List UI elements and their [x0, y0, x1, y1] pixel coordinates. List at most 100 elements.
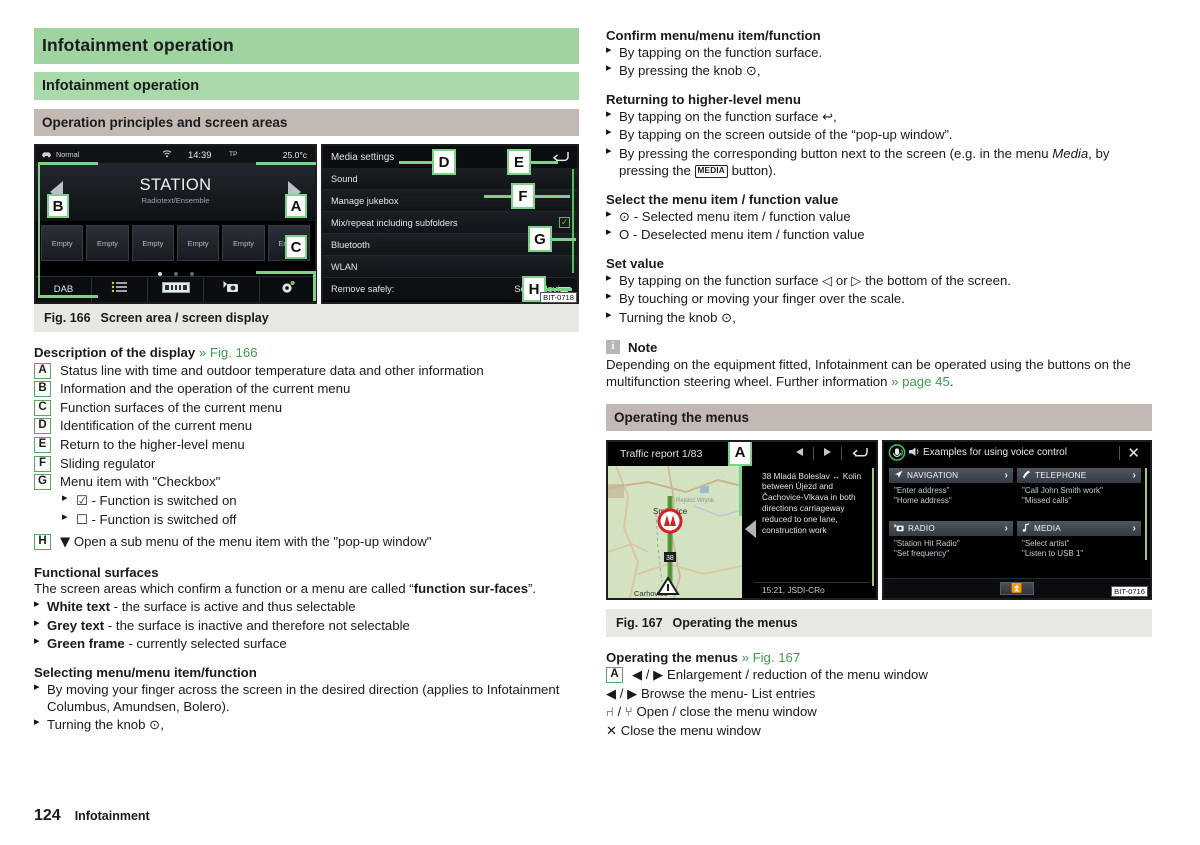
callout-c: C [285, 235, 307, 259]
key-text: ✕ Close the menu window [606, 722, 761, 738]
checkbox-checked-icon[interactable]: ✓ [559, 217, 570, 228]
figure-166: Normal 14:39 TP 25.0°c STATION Radiotext… [34, 144, 579, 304]
bullet-touch-scale: By touching or moving your finger over t… [606, 289, 1152, 307]
preset-button[interactable]: Empty [86, 225, 129, 261]
preset-button[interactable]: Empty [222, 225, 265, 261]
cassette-icon[interactable] [148, 277, 204, 302]
menu-item[interactable]: Manage jukebox [323, 190, 577, 212]
functional-surfaces-title: Functional surfaces [34, 564, 159, 580]
intro-part1: The screen areas which confirm a functio… [34, 580, 414, 596]
key-row-browse: ◀ / ▶ Browse the menu- List entries [606, 685, 1152, 702]
bullet3-italic: Media [1052, 145, 1089, 161]
voice-cell-header[interactable]: NAVIGATION › [889, 467, 1013, 483]
bullet-grey-text: Grey text - the surface is inactive and … [34, 616, 579, 634]
operating-key-list: A ◀ / ▶ Enlargement / reduction of the m… [606, 666, 1152, 739]
svg-text:Rejsicc Wrynk: Rejsicc Wrynk [676, 498, 715, 504]
bullet-tap-outside: By tapping on the screen outside of the … [606, 125, 1152, 143]
preset-button[interactable]: Empty [176, 225, 220, 261]
bottom-toolbar: DAB [36, 276, 315, 302]
traffic-report-title: Traffic report 1/83 [620, 447, 703, 460]
voice-cell-label: RADIO [908, 523, 935, 533]
key-row-a: A ◀ / ▶ Enlargement / reduction of the m… [606, 666, 1152, 683]
note-text: Depending on the equipment fitted, Infot… [606, 356, 1131, 389]
settings-gear-icon[interactable] [260, 278, 315, 302]
voice-cell-media[interactable]: MEDIA › "Select artist" "Listen to USB 1… [1017, 520, 1141, 570]
chevron-right-icon[interactable]: › [1004, 523, 1008, 534]
prev-report-icon[interactable] [795, 447, 804, 460]
music-note-icon [1022, 523, 1030, 533]
station-radiotext: Radiotext/Ensemble [141, 196, 210, 205]
voice-example: "Call John Smith work" [1022, 485, 1103, 495]
voice-cell-telephone[interactable]: TELEPHONE › "Call John Smith work" "Miss… [1017, 467, 1141, 517]
voice-control-title: Examples for using voice control [923, 447, 1067, 458]
key-row-close: ✕ Close the menu window [606, 722, 1152, 739]
voice-cell-navigation[interactable]: NAVIGATION › "Enter address" "Home addre… [889, 467, 1013, 517]
functional-surfaces-intro: The screen areas which confirm a functio… [34, 581, 579, 598]
traffic-report-controls [795, 446, 868, 461]
menu-title-label: Media settings [331, 151, 395, 163]
page-title: Infotainment operation [34, 28, 579, 64]
callout-f: F [511, 183, 535, 209]
voice-control-header: Examples for using voice control ✕ [884, 441, 1150, 464]
bullet-press-button: By pressing the corresponding button nex… [606, 144, 1152, 179]
bullet-knob: Turning the knob ⊙, [34, 715, 579, 733]
figure-reference-link[interactable]: » Fig. 166 [199, 345, 258, 360]
sliding-regulator[interactable] [572, 169, 574, 273]
next-report-icon[interactable] [823, 447, 832, 460]
scroll-indicator[interactable] [872, 467, 874, 586]
close-menu-window-button[interactable]: ⏫ [1000, 581, 1034, 595]
preset-button[interactable]: Empty [131, 225, 174, 261]
chevron-right-icon[interactable]: › [1132, 523, 1136, 534]
chevron-right-icon[interactable]: › [1004, 470, 1008, 481]
traffic-icon[interactable] [204, 277, 260, 302]
key-row: A Status line with time and outdoor tempe… [34, 362, 579, 379]
voice-control-footer: ⏫ [884, 577, 1150, 598]
voice-example: "Missed calls" [1022, 496, 1072, 506]
section-heading: Infotainment operation [34, 72, 579, 100]
intro-bold2: faces [494, 580, 529, 596]
status-bar: Normal 14:39 TP 25.0°c [36, 146, 315, 163]
preset-button[interactable]: Empty [41, 225, 84, 261]
menu-item[interactable]: WLAN [323, 256, 577, 278]
back-icon[interactable] [851, 446, 868, 461]
chevron-right-icon[interactable]: › [1132, 470, 1136, 481]
figure-166-caption: Fig. 166 Screen area / screen display [34, 304, 579, 332]
callout-line-b-vert [38, 162, 40, 298]
key-text: ◀ / ▶ Enlargement / reduction of the men… [632, 667, 928, 682]
voice-cell-header[interactable]: MEDIA › [1017, 520, 1141, 536]
page-footer: 124 Infotainment [34, 807, 150, 825]
voice-example: "Listen to USB 1" [1022, 549, 1084, 559]
figure-caption-text: Screen area / screen display [100, 311, 269, 325]
voice-cell-label: TELEPHONE [1035, 470, 1087, 480]
voice-cell-radio[interactable]: RADIO › "Station Hit Radio" "Set frequen… [889, 520, 1013, 570]
bullet-rest: - currently selected surface [124, 635, 287, 651]
voice-cell-header[interactable]: RADIO › [889, 520, 1013, 536]
manual-page: Infotainment operation Infotainment oper… [0, 0, 1200, 845]
chevron-down-icon: ▼ [60, 535, 71, 551]
scroll-indicator[interactable] [1145, 467, 1147, 560]
bullet-turn-knob: Turning the knob ⊙, [606, 308, 1152, 326]
voice-cell-body: "Call John Smith work" "Missed calls" [1017, 483, 1141, 517]
map-view[interactable]: Smilovice Rejsicc Wrynk Carhovice 38 [608, 465, 742, 598]
key-text-h: ▼ Open a sub menu of the menu item with … [60, 533, 431, 551]
voice-control-icon [888, 444, 908, 461]
returning-title: Returning to higher-level menu [606, 92, 801, 108]
bullet-rest: - the surface is active and thus selecta… [110, 599, 356, 615]
close-icon[interactable]: ✕ [1127, 444, 1140, 462]
key-text: Identification of the current menu [60, 418, 253, 434]
note-page-link[interactable]: » page 45 [891, 374, 950, 389]
menu-item-label: WLAN [331, 261, 358, 272]
callout-d: D [432, 149, 456, 175]
list-icon[interactable] [92, 277, 148, 302]
figure-reference-link[interactable]: » Fig. 167 [742, 650, 801, 665]
set-value-title: Set value [606, 256, 664, 272]
key-letter: C [34, 399, 51, 416]
collapse-arrow-icon[interactable] [745, 519, 756, 538]
key-letter: E [34, 437, 51, 454]
voice-control-screen: Examples for using voice control ✕ NAVIG… [882, 439, 1152, 600]
traffic-timestamp: 15:21, JSDI-CRo [762, 584, 825, 595]
key-row-open-close: ⑁ / ⑂ Open / close the menu window [606, 703, 1152, 720]
voice-cell-header[interactable]: TELEPHONE › [1017, 467, 1141, 483]
speaker-icon [908, 446, 921, 459]
confirm-title: Confirm menu/menu item/function [606, 28, 821, 43]
